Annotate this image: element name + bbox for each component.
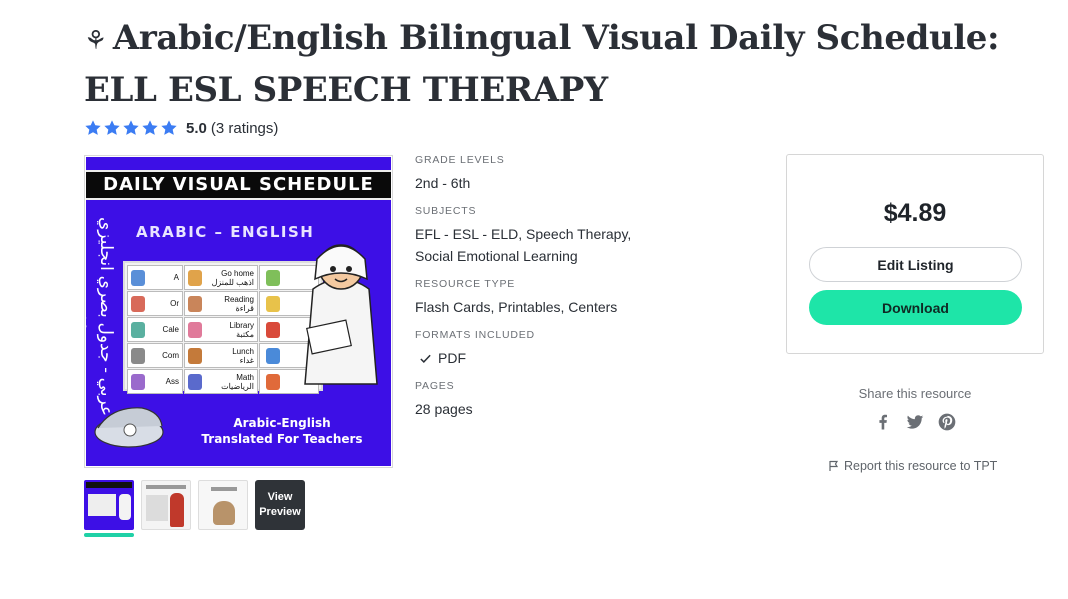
schedule-card: Go home اذهب للمنزل [184,265,258,290]
cover-subtitle: ARABIC – ENGLISH [136,223,315,241]
price: $4.89 [883,199,947,227]
cover-footer-line2: Translated For Teachers [201,432,363,446]
format-pdf-label: PDF [438,350,466,366]
cover-arabic-text: عربي - جدول بصري انجليزي يومي [86,217,116,417]
pages-value: 28 pages [415,401,473,417]
product-title-text: Arabic/English Bilingual Visual Daily Sc… [84,18,1000,110]
schedule-card: Com [127,343,183,368]
schedule-card: A [127,265,183,290]
cover-banner: DAILY VISUAL SCHEDULE [86,170,391,200]
cover-artwork: DAILY VISUAL SCHEDULE ARABIC – ENGLISH ع… [86,157,391,466]
view-preview-line1: View [267,491,293,503]
flag-icon [829,460,839,471]
product-details: GRADE LEVELS 2nd - 6th SUBJECTS EFL - ES… [415,154,675,431]
cover-footer: Arabic-English Translated For Teachers [192,415,372,447]
edit-listing-button[interactable]: Edit Listing [809,247,1022,282]
rating-count: (3 ratings) [210,119,279,137]
purchase-box: $4.89 Edit Listing Download [786,154,1044,354]
view-preview-line2: Preview [259,506,301,518]
report-link[interactable]: Report this resource to TPT [828,459,997,473]
share-label: Share this resource [858,386,972,401]
cover-schedule-grid: A Go home اذهب للمنزل Or Reading قراءة C… [123,261,323,394]
grade-levels-section: GRADE LEVELS 2nd - 6th [415,154,675,194]
star-icon [85,120,101,135]
product-main-image[interactable]: DAILY VISUAL SCHEDULE ARABIC – ENGLISH ع… [84,155,393,468]
twitter-icon[interactable] [905,412,925,432]
star-icon [142,120,158,135]
pages-section: PAGES 28 pages [415,380,675,420]
star-icon [123,120,139,135]
resource-type-value[interactable]: Flash Cards, Printables, Centers [415,296,675,318]
schedule-card: Ass [127,369,183,394]
thumbnail-1[interactable] [84,480,134,530]
resource-type-label: RESOURCE TYPE [415,278,516,290]
subjects-value-line2[interactable]: Social Emotional Learning [415,245,675,267]
cover-footer-line1: Arabic-English [233,416,331,430]
grade-levels-label: GRADE LEVELS [415,154,505,166]
boy-illustration [304,244,378,385]
thumbnail-3[interactable] [198,480,248,530]
schedule-card: Math الرياضيات [184,369,258,394]
checkmark-icon [420,354,431,363]
thumbnail-strip: View Preview [84,480,305,530]
star-icon [104,120,120,135]
grade-levels-value[interactable]: 2nd - 6th [415,172,675,194]
view-preview-button[interactable]: View Preview [255,480,305,530]
rating-summary[interactable]: 5.0 (3 ratings) [84,118,278,138]
download-button[interactable]: Download [809,290,1022,325]
schedule-card: Reading قراءة [184,291,258,316]
share-icons [873,412,957,432]
thumbnail-2[interactable] [141,480,191,530]
flower-icon: ⚘ [84,26,107,56]
pages-label: PAGES [415,380,455,392]
schedule-card: Cale [127,317,183,342]
rating-value: 5.0 [186,119,207,137]
formats-label: FORMATS INCLUDED [415,329,535,341]
rating-stars [84,119,178,137]
oyster-illustration [94,407,164,448]
facebook-icon[interactable] [873,412,893,432]
product-title: ⚘ Arabic/English Bilingual Visual Daily S… [84,14,1044,115]
schedule-card: Or [127,291,183,316]
pinterest-icon[interactable] [937,412,957,432]
schedule-card: Lunch غداء [184,343,258,368]
format-pdf: PDF [415,347,675,369]
subjects-section: SUBJECTS EFL - ESL - ELD, Speech Therapy… [415,205,675,267]
report-label: Report this resource to TPT [844,459,998,473]
schedule-card: Library مكتبة [184,317,258,342]
subjects-value-line1[interactable]: EFL - ESL - ELD, Speech Therapy, [415,223,675,245]
resource-type-section: RESOURCE TYPE Flash Cards, Printables, C… [415,278,675,318]
subjects-label: SUBJECTS [415,205,477,217]
active-thumbnail-indicator [84,533,134,537]
formats-section: FORMATS INCLUDED PDF [415,329,675,369]
star-icon [161,120,177,135]
